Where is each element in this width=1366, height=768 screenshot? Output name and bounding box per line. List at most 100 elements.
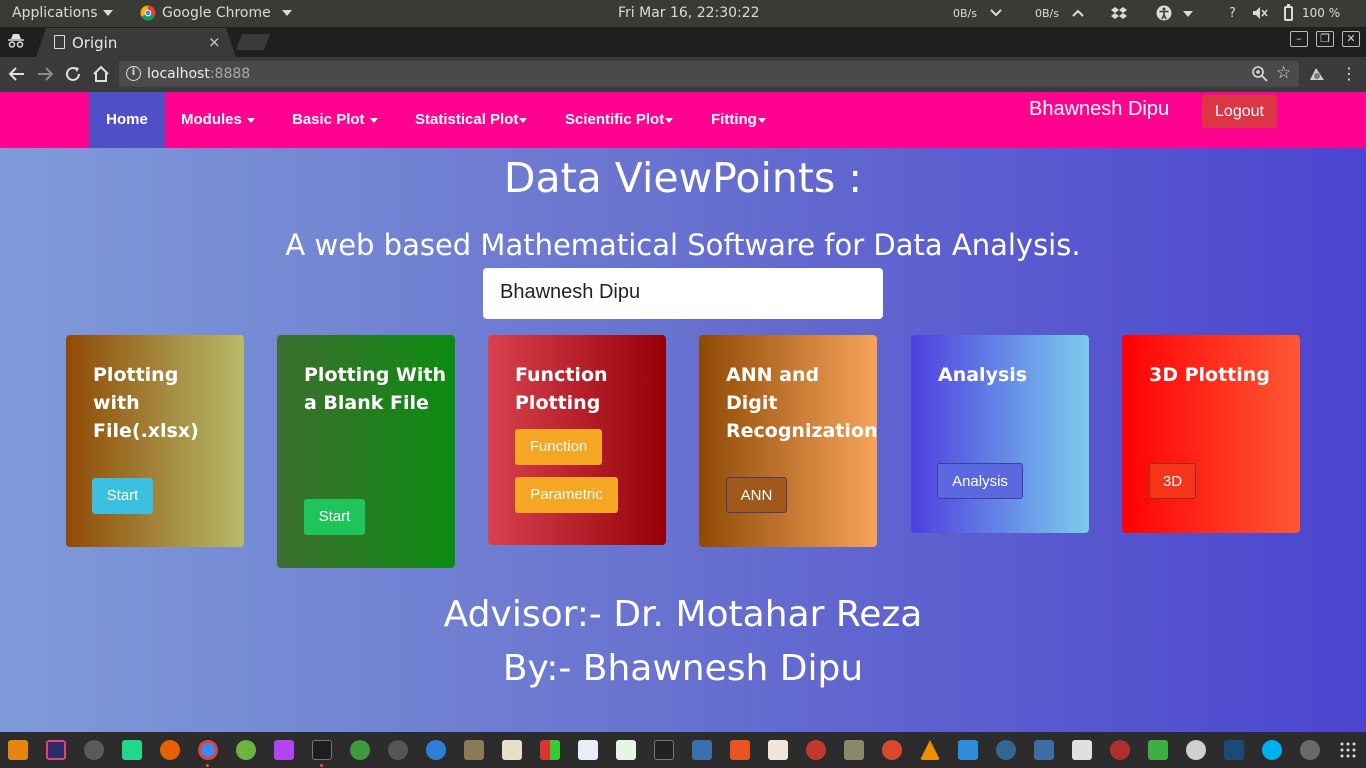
restore-window-button[interactable]: ❐ (1316, 31, 1334, 47)
close-tab-icon[interactable]: × (208, 33, 221, 51)
browser-tab[interactable]: Origin × (36, 28, 236, 57)
minimize-window-button[interactable]: – (1290, 31, 1308, 47)
sync-app-icon[interactable] (350, 740, 370, 760)
card-function-plotting: Function Plotting Function Parametric (488, 335, 666, 545)
document-viewer-icon[interactable] (768, 740, 788, 760)
site-navbar: Home Modules Basic Plot Statistical Plot… (0, 92, 1366, 148)
home-icon (93, 65, 109, 82)
system-app-icon[interactable] (388, 740, 408, 760)
skype-icon[interactable] (1262, 740, 1282, 760)
volume-muted-icon[interactable] (1252, 5, 1268, 21)
drive-icon[interactable] (844, 740, 864, 760)
active-app-menu[interactable]: Google Chrome (140, 5, 292, 21)
nav-home[interactable]: Home (89, 92, 165, 148)
clock[interactable]: Fri Mar 16, 22:30:22 (618, 5, 760, 21)
applications-menu[interactable]: Applications (12, 5, 113, 21)
mysql-workbench-icon[interactable] (1034, 740, 1054, 760)
logout-button[interactable]: Logout (1202, 95, 1277, 128)
writer-icon[interactable] (578, 740, 598, 760)
show-applications-icon[interactable] (1340, 742, 1356, 758)
system-top-panel: Applications Google Chrome Fri Mar 16, 2… (0, 0, 1366, 27)
chrome-dock-icon[interactable] (198, 740, 218, 760)
navbar-user-name: Bhawnesh Dipu (1029, 98, 1170, 120)
dropdown-arrow-icon[interactable] (1183, 11, 1193, 17)
caret-down-icon (519, 117, 528, 123)
card-title: 3D Plotting (1149, 364, 1270, 386)
zoom-icon[interactable] (1251, 65, 1269, 83)
files-icon[interactable] (464, 740, 484, 760)
author-text: By:- Bhawnesh Dipu (502, 648, 864, 689)
android-app-icon[interactable] (1072, 740, 1092, 760)
caret-down-icon (665, 117, 674, 123)
url-text[interactable]: localhost:8888 (147, 66, 250, 82)
card-ann-digit-recognition: ANN and Digit Recognization ANN (699, 335, 878, 547)
help-icon[interactable]: ? (1229, 6, 1236, 21)
red-app-icon[interactable] (1110, 740, 1130, 760)
phpstorm-icon[interactable] (274, 740, 294, 760)
card-title: ANN and Digit Recognization (726, 364, 878, 442)
pycharm-icon[interactable] (122, 740, 142, 760)
nav-statistical-plot[interactable]: Statistical Plot (415, 92, 528, 148)
chrome-menu-icon[interactable]: ⋮ (1340, 65, 1358, 83)
nav-scientific-plot[interactable]: Scientific Plot (565, 92, 674, 148)
pdf-app-icon[interactable] (806, 740, 826, 760)
dropbox-dock-icon[interactable] (958, 740, 978, 760)
nav-basic-plot[interactable]: Basic Plot (292, 92, 378, 148)
firefox-icon[interactable] (160, 740, 180, 760)
forward-arrow-icon (38, 67, 54, 81)
terminal-icon[interactable] (312, 740, 332, 760)
back-arrow-icon (8, 67, 24, 81)
bookmark-star-icon[interactable]: ☆ (1276, 63, 1291, 83)
search-app-icon[interactable] (1186, 740, 1206, 760)
start-blank-plot-button[interactable]: Start (304, 499, 365, 535)
video-call-icon[interactable] (1148, 740, 1168, 760)
intellij-icon[interactable] (46, 740, 66, 760)
3d-button[interactable]: 3D (1149, 463, 1196, 499)
function-button[interactable]: Function (515, 429, 602, 465)
nav-fitting[interactable]: Fitting (711, 92, 766, 148)
caret-down-icon (757, 117, 766, 123)
calc-icon[interactable] (616, 740, 636, 760)
vscode-icon[interactable] (1224, 740, 1244, 760)
chevron-down-icon[interactable] (989, 6, 1003, 20)
steam-icon[interactable] (1300, 740, 1320, 760)
battery-percentage[interactable]: 100 % (1302, 6, 1340, 20)
running-indicator (320, 764, 323, 767)
analysis-button[interactable]: Analysis (937, 463, 1023, 499)
nav-modules[interactable]: Modules (181, 92, 255, 148)
net-down-speed: 0B/s (953, 7, 977, 20)
vlc-icon[interactable] (920, 740, 940, 760)
spring-icon[interactable] (236, 740, 256, 760)
text-editor-icon[interactable] (502, 740, 522, 760)
extension-icon[interactable] (1308, 66, 1326, 82)
battery-icon[interactable] (1284, 4, 1293, 21)
application-dock (0, 732, 1366, 768)
grid-app-icon[interactable] (540, 740, 560, 760)
browser-alt-icon[interactable] (882, 740, 902, 760)
forward-button[interactable] (36, 65, 54, 83)
back-button[interactable] (8, 65, 26, 83)
parametric-button[interactable]: Parametric (515, 477, 618, 513)
dropbox-icon[interactable] (1111, 5, 1127, 21)
sublime-text-icon[interactable] (8, 740, 28, 760)
postgres-icon[interactable] (996, 740, 1016, 760)
ann-button[interactable]: ANN (726, 477, 787, 513)
software-center-icon[interactable] (730, 740, 750, 760)
info-icon[interactable]: i (126, 66, 141, 81)
start-file-plot-button[interactable]: Start (92, 478, 153, 514)
r-language-icon[interactable] (426, 740, 446, 760)
net-up-speed: 0B/s (1035, 7, 1059, 20)
close-window-button[interactable]: ✕ (1342, 31, 1360, 47)
chart-app-icon[interactable] (692, 740, 712, 760)
user-name-box: Bhawnesh Dipu (483, 268, 883, 319)
new-tab-button[interactable] (236, 34, 270, 50)
card-plotting-blank-file: Plotting With a Blank File Start (277, 335, 455, 568)
address-bar[interactable]: i localhost:8888 ☆ (119, 61, 1299, 87)
system-monitor-icon[interactable] (654, 740, 674, 760)
reload-button[interactable] (64, 65, 82, 83)
settings-icon[interactable] (84, 740, 104, 760)
home-button[interactable] (92, 65, 110, 83)
chevron-up-icon[interactable] (1071, 6, 1085, 20)
active-app-label: Google Chrome (162, 5, 271, 21)
accessibility-icon[interactable] (1156, 5, 1172, 21)
